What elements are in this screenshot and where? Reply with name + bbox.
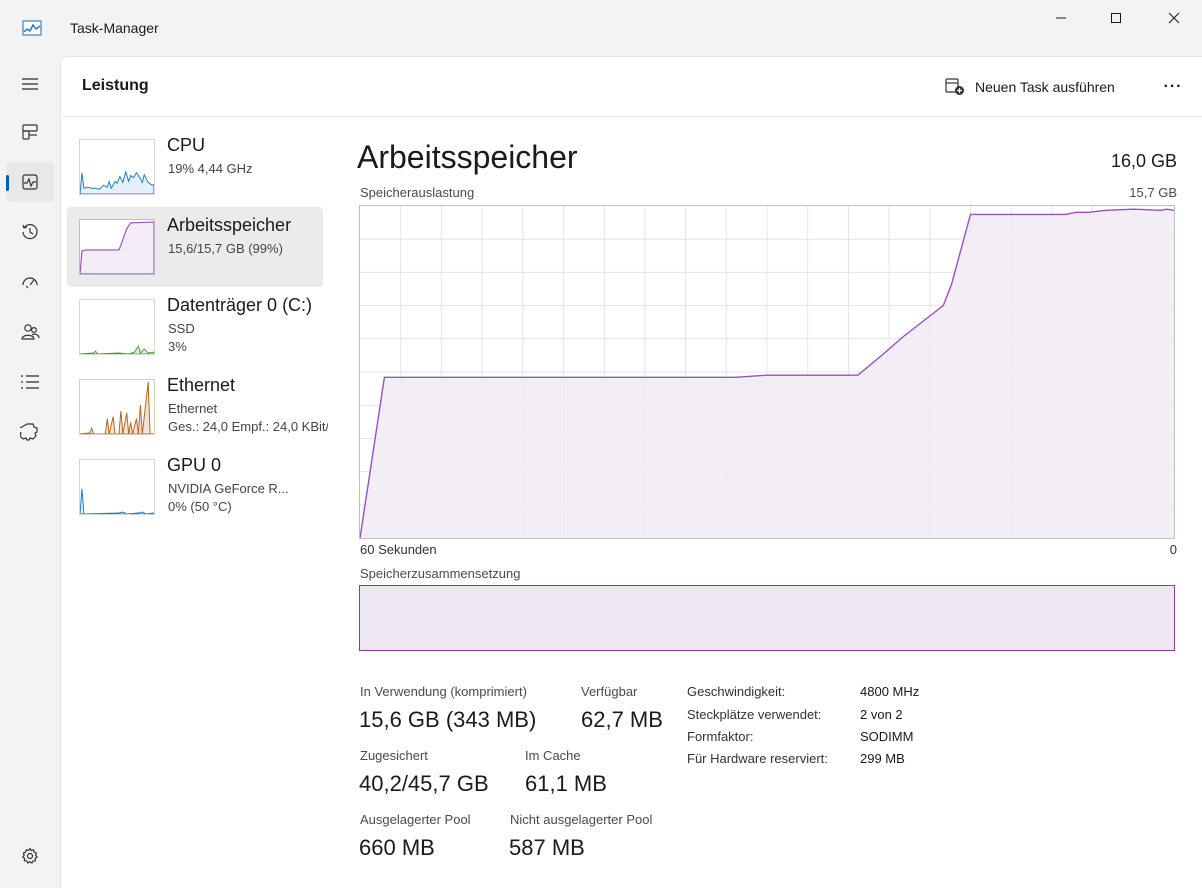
app-history-icon: [22, 224, 38, 240]
perf-item-memory[interactable]: Arbeitsspeicher 15,6/15,7 GB (99%): [67, 207, 323, 287]
gpu-usage: 0% (50 °C): [168, 499, 232, 514]
gear-icon: [21, 847, 38, 864]
nonpaged-pool-label: Nicht ausgelagerter Pool: [510, 812, 653, 827]
gpu-name: GPU 0: [167, 455, 222, 475]
slots-value: 2 von 2: [860, 707, 903, 722]
nav-startup-apps[interactable]: [6, 262, 54, 302]
gpu-sparkline: [79, 459, 155, 515]
memory-sparkline: [79, 219, 155, 275]
x-axis-right-label: 0: [1169, 542, 1177, 557]
more-icon: ···: [1163, 78, 1183, 95]
detail-title: Arbeitsspeicher: [357, 139, 578, 175]
nav-services[interactable]: [6, 412, 54, 452]
speed-value: 4800 MHz: [860, 684, 920, 699]
more-options-button[interactable]: ···: [1157, 75, 1189, 99]
maximize-button[interactable]: [1093, 6, 1139, 30]
run-new-task-label: Neuen Task ausführen: [975, 79, 1115, 95]
x-axis-left-label: 60 Sekunden: [360, 542, 437, 557]
cpu-sparkline: [79, 139, 155, 195]
perf-item-ethernet[interactable]: Ethernet Ethernet Ges.: 24,0 Empf.: 24,0…: [67, 367, 328, 447]
nav-details[interactable]: [6, 362, 54, 402]
disk-sparkline: [79, 299, 155, 355]
memory-subtitle: 15,6/15,7 GB (99%): [168, 241, 283, 256]
close-button[interactable]: [1151, 6, 1197, 30]
paged-pool-value: 660 MB: [359, 835, 435, 860]
hamburger-icon: [22, 78, 38, 90]
minimize-icon: [1056, 17, 1066, 19]
maximize-icon: [1111, 13, 1121, 23]
usage-label: Speicherauslastung: [360, 185, 475, 200]
run-new-task-button[interactable]: Neuen Task ausführen: [945, 75, 1115, 99]
hardware-reserved-value: 299 MB: [860, 751, 905, 766]
nav-processes[interactable]: [6, 112, 54, 152]
gpu-model: NVIDIA GeForce R...: [168, 481, 289, 496]
hardware-reserved-key: Für Hardware reserviert:: [687, 751, 828, 766]
page-header: Leistung Neuen Task ausführen ···: [61, 57, 1202, 117]
startup-apps-icon: [22, 277, 38, 289]
available-label: Verfügbar: [581, 684, 638, 699]
committed-value: 40,2/45,7 GB: [359, 771, 489, 796]
slots-key: Steckplätze verwendet:: [687, 707, 822, 722]
navigation-rail: [0, 56, 60, 888]
memory-composition-bar[interactable]: [359, 585, 1175, 651]
nav-app-history[interactable]: [6, 212, 54, 252]
users-icon: [21, 324, 40, 340]
minimize-button[interactable]: [1038, 6, 1084, 30]
cpu-name: CPU: [167, 135, 206, 155]
nav-settings[interactable]: [6, 836, 54, 876]
form-factor-key: Formfaktor:: [687, 729, 754, 744]
memory-usage-chart: [359, 205, 1175, 539]
cpu-subtitle: 19% 4,44 GHz: [168, 161, 253, 176]
paged-pool-label: Ausgelagerter Pool: [360, 812, 471, 827]
ethernet-name: Ethernet: [167, 375, 236, 395]
processes-icon: [22, 124, 38, 140]
ethernet-adapter: Ethernet: [168, 401, 218, 416]
disk-name: Datenträger 0 (C:): [167, 295, 313, 315]
nav-users[interactable]: [6, 312, 54, 352]
composition-label: Speicherzusammensetzung: [360, 566, 521, 581]
cached-value: 61,1 MB: [525, 771, 607, 796]
page-title: Leistung: [82, 77, 149, 94]
perf-item-gpu[interactable]: GPU 0 NVIDIA GeForce R... 0% (50 °C): [67, 447, 323, 527]
in-use-value: 15,6 GB (343 MB): [359, 707, 537, 732]
committed-label: Zugesichert: [360, 748, 428, 763]
task-manager-app-icon: [22, 20, 42, 36]
app-title: Task-Manager: [70, 20, 159, 36]
available-value: 62,7 MB: [581, 707, 663, 732]
cached-label: Im Cache: [525, 748, 581, 763]
disk-usage: 3%: [168, 339, 187, 354]
usage-max-label: 15,7 GB: [1129, 185, 1177, 200]
in-use-label: In Verwendung (komprimiert): [360, 684, 527, 699]
performance-sidebar: CPU 19% 4,44 GHz Arbeitsspeicher 15,6/15…: [67, 127, 328, 527]
nav-performance[interactable]: [6, 162, 54, 202]
new-task-icon: [945, 78, 964, 95]
title-bar: Task-Manager: [0, 0, 1202, 56]
ethernet-throughput: Ges.: 24,0 Empf.: 24,0 KBit/s: [168, 419, 328, 434]
speed-key: Geschwindigkeit:: [687, 684, 786, 699]
perf-item-cpu[interactable]: CPU 19% 4,44 GHz: [67, 127, 323, 207]
services-icon: [20, 423, 38, 441]
details-icon: [21, 375, 39, 389]
performance-icon: [22, 174, 38, 190]
close-icon: [1168, 12, 1180, 24]
ethernet-sparkline: [79, 379, 155, 435]
form-factor-value: SODIMM: [860, 729, 914, 744]
perf-item-disk[interactable]: Datenträger 0 (C:) SSD 3%: [67, 287, 323, 367]
main-panel: Leistung Neuen Task ausführen ··· CPU 19…: [60, 56, 1202, 888]
nonpaged-pool-value: 587 MB: [509, 835, 585, 860]
memory-name: Arbeitsspeicher: [167, 215, 292, 235]
memory-capacity: 16,0 GB: [1110, 151, 1177, 171]
disk-type: SSD: [168, 321, 195, 336]
menu-button[interactable]: [6, 64, 54, 104]
